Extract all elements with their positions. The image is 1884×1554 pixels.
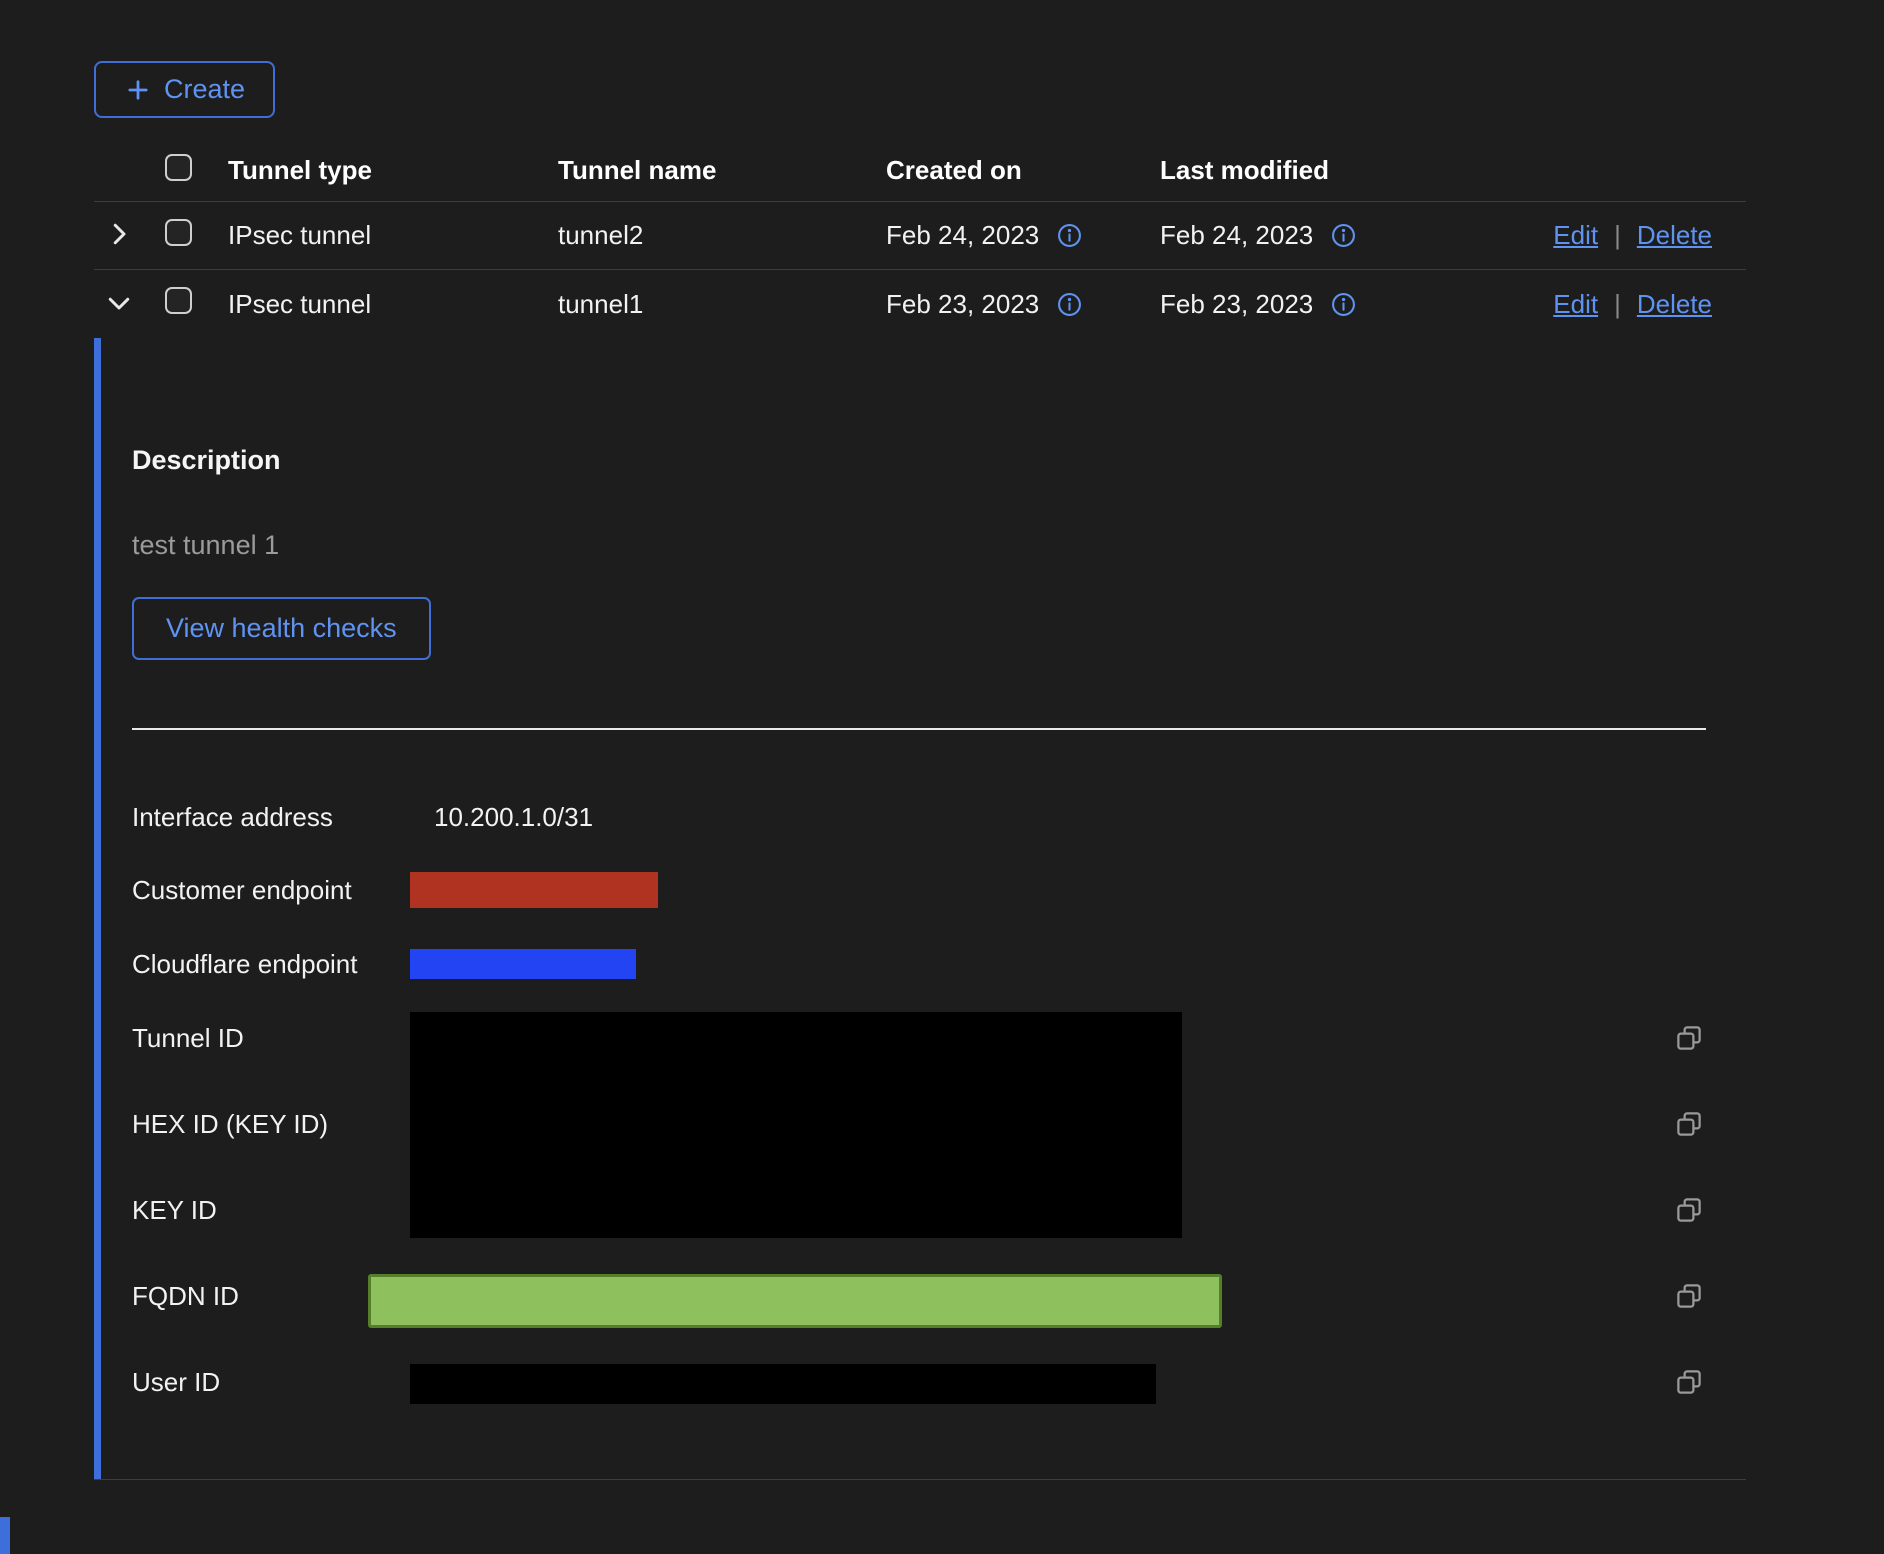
view-health-checks-button[interactable]: View health checks <box>132 597 431 660</box>
info-icon[interactable] <box>1331 223 1356 248</box>
chevron-down-icon <box>104 288 134 318</box>
table-row: IPsec tunnel tunnel2 Feb 24, 2023 Feb 24… <box>94 202 1746 270</box>
last-modified-cell: Feb 24, 2023 <box>1160 220 1313 251</box>
header-tunnel-type: Tunnel type <box>228 155 558 186</box>
row-checkbox[interactable] <box>165 219 192 246</box>
info-icon[interactable] <box>1057 223 1082 248</box>
tunnel-name-cell: tunnel1 <box>558 289 886 320</box>
description-label: Description <box>132 443 281 477</box>
copy-icon <box>1674 1281 1704 1311</box>
tunnel-name-cell: tunnel2 <box>558 220 886 251</box>
header-created-on: Created on <box>886 155 1160 186</box>
header-tunnel-name: Tunnel name <box>558 155 886 186</box>
field-label-hex-id: HEX ID (KEY ID) <box>132 1107 328 1141</box>
bottom-left-accent <box>0 1517 10 1554</box>
copy-fqdn-id-button[interactable] <box>1672 1279 1706 1313</box>
panel-divider <box>132 728 1706 730</box>
copy-hex-id-button[interactable] <box>1672 1107 1706 1141</box>
row-checkbox[interactable] <box>165 287 192 314</box>
actions-separator: | <box>1614 289 1621 320</box>
created-on-cell: Feb 23, 2023 <box>886 289 1039 320</box>
field-label-tunnel-id: Tunnel ID <box>132 1021 244 1055</box>
header-last-modified: Last modified <box>1160 155 1460 186</box>
panel-accent-bar <box>94 338 101 1479</box>
copy-icon <box>1674 1023 1704 1053</box>
field-label-cloudflare-endpoint: Cloudflare endpoint <box>132 947 358 981</box>
edit-link[interactable]: Edit <box>1553 289 1598 320</box>
tunnels-page: Create Tunnel type Tunnel name Created o… <box>0 0 1884 1554</box>
copy-key-id-button[interactable] <box>1672 1193 1706 1227</box>
delete-link[interactable]: Delete <box>1637 289 1712 320</box>
select-all-checkbox[interactable] <box>165 154 192 181</box>
redacted-customer-endpoint <box>410 872 658 908</box>
redacted-cloudflare-endpoint <box>410 949 636 979</box>
field-label-fqdn-id: FQDN ID <box>132 1279 239 1313</box>
field-value-interface-address: 10.200.1.0/31 <box>434 800 593 834</box>
collapse-row-button[interactable] <box>100 284 138 322</box>
redacted-fqdn-id <box>368 1274 1222 1328</box>
actions-separator: | <box>1614 220 1621 251</box>
tunnel-type-cell: IPsec tunnel <box>228 220 558 251</box>
tunnel-type-cell: IPsec tunnel <box>228 289 558 320</box>
field-label-interface-address: Interface address <box>132 800 333 834</box>
info-icon[interactable] <box>1057 292 1082 317</box>
copy-user-id-button[interactable] <box>1672 1365 1706 1399</box>
plus-icon <box>124 76 152 104</box>
delete-link[interactable]: Delete <box>1637 220 1712 251</box>
field-label-user-id: User ID <box>132 1365 220 1399</box>
redacted-user-id <box>410 1364 1156 1404</box>
copy-icon <box>1674 1109 1704 1139</box>
created-on-cell: Feb 24, 2023 <box>886 220 1039 251</box>
table-header-row: Tunnel type Tunnel name Created on Last … <box>94 140 1746 202</box>
description-value: test tunnel 1 <box>132 528 279 562</box>
chevron-right-icon <box>104 219 134 249</box>
expand-row-button[interactable] <box>100 215 138 253</box>
tunnel-detail-panel: Description test tunnel 1 View health ch… <box>94 338 1746 1480</box>
info-icon[interactable] <box>1331 292 1356 317</box>
copy-icon <box>1674 1367 1704 1397</box>
edit-link[interactable]: Edit <box>1553 220 1598 251</box>
create-button[interactable]: Create <box>94 61 275 118</box>
redacted-tunnel-ids <box>410 1012 1182 1238</box>
field-label-key-id: KEY ID <box>132 1193 217 1227</box>
table-row: IPsec tunnel tunnel1 Feb 23, 2023 Feb 23… <box>94 270 1746 338</box>
last-modified-cell: Feb 23, 2023 <box>1160 289 1313 320</box>
field-label-customer-endpoint: Customer endpoint <box>132 873 352 907</box>
copy-tunnel-id-button[interactable] <box>1672 1021 1706 1055</box>
create-button-label: Create <box>164 74 245 105</box>
copy-icon <box>1674 1195 1704 1225</box>
